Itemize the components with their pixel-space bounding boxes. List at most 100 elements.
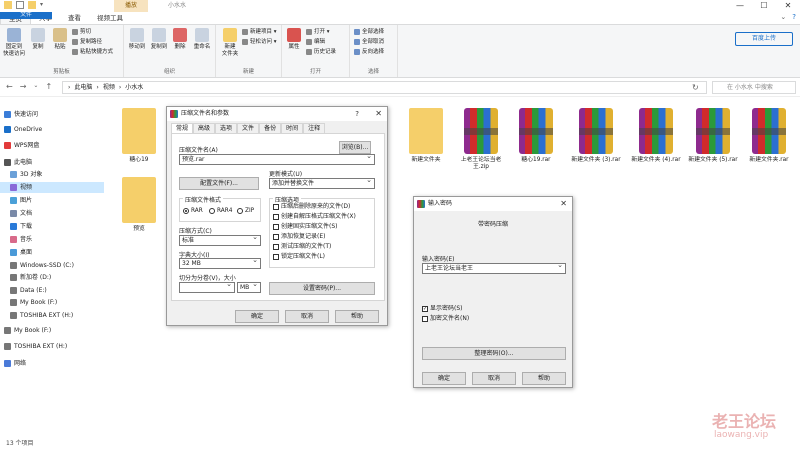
- archive-option-checkbox[interactable]: 添加恢复记录(E): [273, 233, 325, 241]
- sidebar-item[interactable]: 视频: [0, 182, 104, 193]
- move-to-button[interactable]: 移动到: [127, 28, 147, 51]
- password-input[interactable]: 上老王论坛当老王: [422, 263, 566, 274]
- checkmark-icon[interactable]: [16, 1, 24, 9]
- profile-button[interactable]: 配置文件(F)...: [179, 177, 259, 190]
- help-icon[interactable]: ?: [792, 13, 796, 21]
- tab-options[interactable]: 选项: [215, 123, 238, 133]
- select-none-button[interactable]: 全部取消: [354, 38, 384, 46]
- copy-button[interactable]: 复制: [30, 28, 46, 51]
- update-mode-select[interactable]: 添加并替换文件: [269, 178, 375, 189]
- file-item[interactable]: 糖心19.rar: [510, 108, 562, 164]
- select-all-button[interactable]: 全部选择: [354, 28, 384, 36]
- cut-button[interactable]: 剪切: [72, 28, 91, 36]
- baidu-upload-button[interactable]: 百度上传: [735, 32, 793, 46]
- sidebar-item[interactable]: TOSHIBA EXT (H:): [0, 341, 67, 352]
- folder-icon[interactable]: [28, 1, 36, 9]
- sidebar-item[interactable]: 桌面: [0, 247, 32, 258]
- open-button[interactable]: 打开 ▾: [306, 28, 330, 36]
- browse-button[interactable]: 浏览(B)...: [339, 141, 371, 154]
- forward-icon[interactable]: →: [20, 82, 27, 91]
- ok-button[interactable]: 确定: [235, 310, 279, 323]
- breadcrumb-item-videos[interactable]: 视频: [103, 81, 115, 94]
- context-tab-play[interactable]: 播放: [114, 0, 148, 12]
- sidebar-item[interactable]: 文档: [0, 208, 32, 219]
- expand-ribbon-icon[interactable]: ⌄: [780, 13, 786, 21]
- paste-shortcut-button[interactable]: 粘贴快捷方式: [72, 48, 113, 56]
- sidebar-item[interactable]: Data (E:): [0, 285, 47, 296]
- delete-button[interactable]: 删除: [172, 28, 188, 51]
- cancel-button[interactable]: 取消: [285, 310, 329, 323]
- easy-access-button[interactable]: 轻松访问 ▾: [242, 38, 277, 46]
- sidebar-item[interactable]: 下载: [0, 221, 32, 232]
- format-rar-radio[interactable]: RAR: [183, 207, 203, 215]
- sidebar-item[interactable]: WPS网盘: [0, 140, 39, 151]
- sidebar-item[interactable]: 图片: [0, 195, 32, 206]
- tab-view[interactable]: 查看: [60, 12, 89, 24]
- edit-button[interactable]: 编辑: [306, 38, 325, 46]
- help-button[interactable]: 帮助: [522, 372, 566, 385]
- dict-select[interactable]: 32 MB: [179, 258, 261, 269]
- tab-time[interactable]: 时间: [281, 123, 304, 133]
- file-item[interactable]: 预览: [113, 177, 165, 233]
- close-icon[interactable]: ✕: [560, 197, 567, 211]
- sidebar-item[interactable]: 网络: [0, 358, 26, 369]
- ok-button[interactable]: 确定: [422, 372, 466, 385]
- copy-to-button[interactable]: 复制到: [149, 28, 169, 51]
- sidebar-item[interactable]: Windows-SSD (C:): [0, 260, 74, 271]
- close-button[interactable]: ✕: [776, 0, 800, 12]
- tab-backup[interactable]: 备份: [259, 123, 282, 133]
- format-rar4-radio[interactable]: RAR4: [209, 207, 232, 215]
- tab-video-tools[interactable]: 视频工具: [89, 12, 131, 24]
- archive-name-field[interactable]: 预览.rar: [179, 154, 375, 165]
- archive-option-checkbox[interactable]: 锁定压缩文件(L): [273, 253, 325, 261]
- tab-general[interactable]: 常规: [171, 123, 194, 133]
- encrypt-names-checkbox[interactable]: 加密文件名(N): [422, 315, 469, 323]
- maximize-button[interactable]: ☐: [752, 0, 776, 12]
- sidebar-item[interactable]: My Book (F:): [0, 325, 51, 336]
- new-item-button[interactable]: 新建项目 ▾: [242, 28, 277, 36]
- file-item[interactable]: 新建文件夹: [400, 108, 452, 164]
- pin-button[interactable]: 固定到 快速访问: [3, 28, 25, 58]
- address-box[interactable]: [62, 81, 707, 94]
- tab-advanced[interactable]: 高级: [193, 123, 216, 133]
- search-input[interactable]: 在 小水水 中搜索: [712, 81, 796, 94]
- file-item[interactable]: 新建文件夹.rar: [743, 108, 795, 164]
- close-icon[interactable]: ✕: [375, 107, 382, 121]
- archive-option-checkbox[interactable]: 压缩后删除原来的文件(D): [273, 203, 350, 211]
- help-button[interactable]: 帮助: [335, 310, 379, 323]
- sidebar-item[interactable]: My Book (F:): [0, 297, 57, 308]
- organize-passwords-button[interactable]: 整理密码(O)...: [422, 347, 566, 360]
- refresh-icon[interactable]: ↻: [692, 81, 699, 94]
- file-item[interactable]: 新建文件夹 (5).rar: [687, 108, 739, 164]
- breadcrumb-item-this-pc[interactable]: 此电脑: [74, 81, 92, 94]
- copy-path-button[interactable]: 复制路径: [72, 38, 102, 46]
- method-select[interactable]: 标准: [179, 235, 261, 246]
- recent-icon[interactable]: ⌄: [33, 82, 38, 91]
- properties-button[interactable]: 属性: [286, 28, 302, 51]
- tab-file[interactable]: 文件: [0, 12, 52, 19]
- split-unit-select[interactable]: MB: [237, 282, 261, 293]
- archive-option-checkbox[interactable]: 测试压缩的文件(T): [273, 243, 331, 251]
- file-item[interactable]: 糖心19: [113, 108, 165, 164]
- cancel-button[interactable]: 取消: [472, 372, 516, 385]
- format-zip-radio[interactable]: ZIP: [237, 207, 254, 215]
- new-folder-button[interactable]: 新建 文件夹: [219, 28, 241, 58]
- file-item[interactable]: 新建文件夹 (3).rar: [570, 108, 622, 164]
- sidebar-item[interactable]: 此电脑: [0, 157, 32, 168]
- file-item[interactable]: 新建文件夹 (4).rar: [630, 108, 682, 164]
- tab-files[interactable]: 文件: [237, 123, 260, 133]
- archive-option-checkbox[interactable]: 创建自解压格式压缩文件(X): [273, 213, 356, 221]
- sidebar-item[interactable]: 3D 对象: [0, 169, 42, 180]
- help-icon[interactable]: ?: [355, 107, 359, 121]
- file-item[interactable]: 上老王论坛当老王.zip: [455, 108, 507, 171]
- sidebar-item[interactable]: TOSHIBA EXT (H:): [0, 310, 73, 321]
- history-button[interactable]: 历史记录: [306, 48, 336, 56]
- chevron-down-icon[interactable]: ▾: [40, 1, 48, 9]
- back-icon[interactable]: ←: [6, 82, 13, 91]
- breadcrumb-item-folder[interactable]: 小水水: [125, 81, 143, 94]
- tab-comment[interactable]: 注释: [303, 123, 326, 133]
- archive-option-checkbox[interactable]: 创建固实压缩文件(S): [273, 223, 338, 231]
- up-icon[interactable]: ↑: [45, 82, 52, 91]
- split-size-field[interactable]: [179, 282, 235, 293]
- paste-button[interactable]: 粘贴: [52, 28, 68, 51]
